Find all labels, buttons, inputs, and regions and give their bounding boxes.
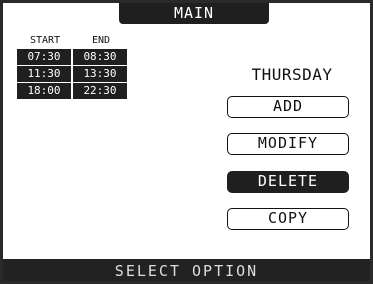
copy-button[interactable]: COPY [227, 208, 349, 230]
schedule-row[interactable]: 11:30 13:30 [17, 66, 129, 82]
end-time: 13:30 [73, 66, 127, 82]
add-button[interactable]: ADD [227, 96, 349, 118]
start-time: 18:00 [17, 83, 71, 99]
status-bar: SELECT OPTION [3, 259, 370, 281]
end-time: 22:30 [73, 83, 127, 99]
start-column-header: START [29, 35, 61, 46]
schedule-table: START END 07:30 08:30 11:30 13:30 18:00 … [17, 35, 129, 100]
end-time: 08:30 [73, 49, 127, 65]
end-column-header: END [91, 35, 111, 46]
day-label: THURSDAY [251, 65, 333, 84]
start-time: 07:30 [17, 49, 71, 65]
schedule-row[interactable]: 18:00 22:30 [17, 83, 129, 99]
thermostat-screen: MAIN START END 07:30 08:30 11:30 13:30 1… [0, 0, 373, 284]
start-time: 11:30 [17, 66, 71, 82]
modify-button[interactable]: MODIFY [227, 133, 349, 155]
schedule-row[interactable]: 07:30 08:30 [17, 49, 129, 65]
screen-title: MAIN [119, 3, 269, 24]
schedule-header: START END [17, 35, 129, 47]
delete-button[interactable]: DELETE [227, 171, 349, 193]
